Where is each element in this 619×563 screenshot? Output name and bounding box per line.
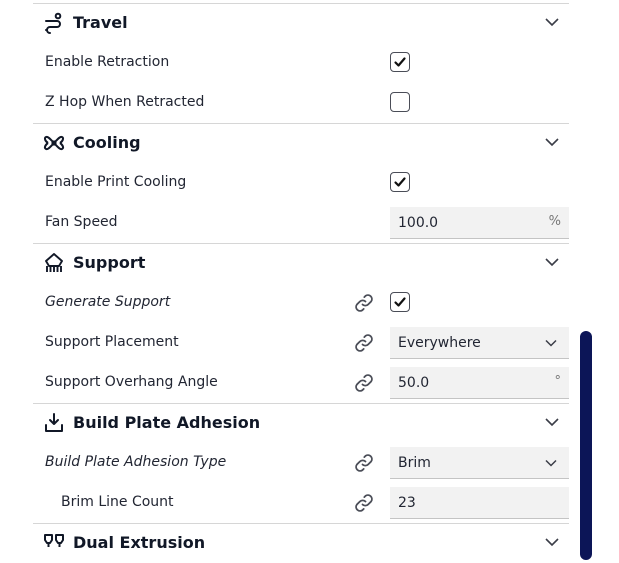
setting-row-enable-retraction: Enable Retraction <box>33 43 569 83</box>
enable-print-cooling-checkbox[interactable] <box>390 172 410 192</box>
scrollbar-thumb[interactable] <box>580 331 592 560</box>
z-hop-checkbox[interactable] <box>390 92 410 112</box>
setting-label: Enable Retraction <box>45 54 170 70</box>
generate-support-checkbox[interactable] <box>390 292 410 312</box>
setting-label: Support Placement <box>45 334 179 350</box>
chevron-down-icon[interactable] <box>545 537 559 547</box>
field-unit: ° <box>554 374 562 389</box>
section-title: Travel <box>73 13 128 32</box>
dropdown-value: Everywhere <box>398 335 481 351</box>
link-icon[interactable] <box>353 452 375 474</box>
field-value: 50.0 <box>398 375 430 391</box>
section-header-dual-extrusion[interactable]: Dual Extrusion <box>33 523 569 563</box>
check-icon <box>394 177 406 187</box>
section-title: Support <box>73 253 146 272</box>
travel-icon <box>43 12 65 34</box>
setting-row-generate-support: Generate Support <box>33 283 569 323</box>
chevron-down-icon <box>545 459 557 467</box>
link-icon[interactable] <box>353 492 375 514</box>
setting-label: Build Plate Adhesion Type <box>45 454 227 470</box>
chevron-down-icon[interactable] <box>545 17 559 27</box>
setting-label: Support Overhang Angle <box>45 374 218 390</box>
chevron-down-icon[interactable] <box>545 417 559 427</box>
field-value: 23 <box>398 495 416 511</box>
dropdown-value: Brim <box>398 455 431 471</box>
section-title: Cooling <box>73 133 141 152</box>
link-icon[interactable] <box>353 372 375 394</box>
check-icon <box>394 57 406 67</box>
support-icon <box>43 252 65 274</box>
print-settings-panel: Travel Enable Retraction Z Hop When Retr… <box>33 0 569 561</box>
setting-row-brim-line-count: Brim Line Count 23 <box>33 483 569 523</box>
setting-label: Generate Support <box>45 294 171 310</box>
dual-extrusion-icon <box>43 532 65 554</box>
setting-row-support-overhang-angle: Support Overhang Angle 50.0 ° <box>33 363 569 403</box>
setting-label: Brim Line Count <box>61 494 174 510</box>
setting-row-fan-speed: Fan Speed 100.0 % <box>33 203 569 243</box>
brim-line-count-input[interactable]: 23 <box>390 487 569 519</box>
section-title: Dual Extrusion <box>73 533 206 552</box>
check-icon <box>394 297 406 307</box>
setting-label: Fan Speed <box>45 214 118 230</box>
adhesion-type-dropdown[interactable]: Brim <box>390 447 569 479</box>
chevron-down-icon <box>545 339 557 347</box>
section-title: Build Plate Adhesion <box>73 413 261 432</box>
chevron-down-icon[interactable] <box>545 257 559 267</box>
fan-icon <box>43 132 65 154</box>
section-header-build-plate-adhesion[interactable]: Build Plate Adhesion <box>33 403 569 443</box>
link-icon[interactable] <box>353 332 375 354</box>
setting-row-enable-print-cooling: Enable Print Cooling <box>33 163 569 203</box>
section-header-cooling[interactable]: Cooling <box>33 123 569 163</box>
chevron-down-icon[interactable] <box>545 137 559 147</box>
support-overhang-angle-input[interactable]: 50.0 ° <box>390 367 569 399</box>
setting-row-adhesion-type: Build Plate Adhesion Type Brim <box>33 443 569 483</box>
link-icon[interactable] <box>353 292 375 314</box>
field-unit: % <box>548 214 561 229</box>
build-plate-adhesion-icon <box>43 412 65 434</box>
setting-label: Enable Print Cooling <box>45 174 187 190</box>
setting-label: Z Hop When Retracted <box>45 94 205 110</box>
enable-retraction-checkbox[interactable] <box>390 52 410 72</box>
setting-row-support-placement: Support Placement Everywhere <box>33 323 569 363</box>
support-placement-dropdown[interactable]: Everywhere <box>390 327 569 359</box>
section-header-support[interactable]: Support <box>33 243 569 283</box>
setting-row-z-hop: Z Hop When Retracted <box>33 83 569 123</box>
section-header-travel[interactable]: Travel <box>33 3 569 43</box>
field-value: 100.0 <box>398 215 439 231</box>
fan-speed-input[interactable]: 100.0 % <box>390 207 569 239</box>
